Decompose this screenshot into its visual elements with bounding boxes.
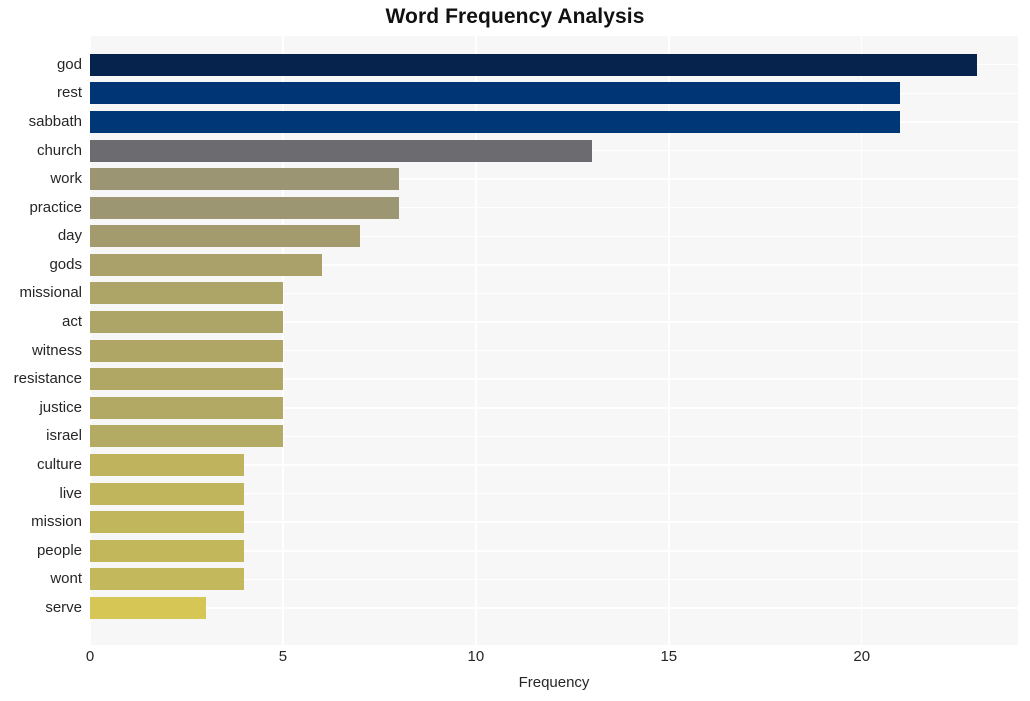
plot-area [90,36,1018,645]
bar[interactable] [90,454,245,476]
y-axis-tick-label: rest [56,84,82,102]
y-axis-tick-label: culture [36,456,82,473]
y-axis-tick-label: missional [19,284,82,302]
x-axis-tick-label: 0 [85,648,95,665]
x-axis-tick-label: 20 [853,648,871,665]
y-axis-tick-label: sabbath [28,112,82,130]
x-axis-tick-label: 15 [660,648,678,665]
bar[interactable] [90,253,322,276]
bar[interactable] [90,110,901,133]
bar[interactable] [90,53,978,76]
bar[interactable] [90,539,245,562]
bar[interactable] [90,568,245,591]
y-axis-tick-label: serve [45,598,82,616]
y-axis-tick-label: god [56,55,82,73]
y-axis-tick-label: gods [49,255,82,273]
y-axis-tick-label: live [59,484,82,502]
bar[interactable] [90,82,901,105]
word-frequency-chart: Word Frequency Analysis god rest sabbath ch… [0,0,1030,701]
x-axis-label: Frequency [518,674,590,691]
y-axis-tick-label: israel [46,427,82,445]
y-axis-tick-label: work [50,170,82,188]
y-axis-tick-label: church [36,141,82,159]
horizontal-gridline [90,607,1018,609]
y-axis-tick-label: day [57,227,82,245]
chart-title: Word Frequency Analysis [385,5,645,28]
y-axis-tick-label: act [61,313,82,331]
y-axis-tick-labels: god rest sabbath church work practice day gods m… [0,36,82,645]
y-axis-tick-label: people [36,541,82,559]
bar[interactable] [90,339,283,362]
bar[interactable] [90,196,399,219]
bar[interactable] [90,482,245,505]
bar[interactable] [90,282,283,305]
y-axis-tick-label: mission [31,513,82,531]
bar[interactable] [90,396,283,419]
y-axis-tick-label: practice [29,198,82,216]
x-axis-tick-labels: 0 5 10 15 20 [86,648,1018,672]
x-axis-tick-label: 10 [467,648,485,665]
bar[interactable] [90,139,592,162]
x-axis-tick-label: 5 [278,648,288,665]
y-axis-tick-label: resistance [13,370,82,388]
bar[interactable] [90,425,283,448]
y-axis-tick-label: justice [39,398,82,416]
bar[interactable] [90,168,399,191]
bar[interactable] [90,368,283,391]
y-axis-tick-label: wont [50,570,82,588]
bar[interactable] [90,511,245,534]
bar[interactable] [90,225,361,248]
bar[interactable] [90,311,283,334]
y-axis-tick-label: witness [31,341,82,359]
bar[interactable] [90,596,206,619]
